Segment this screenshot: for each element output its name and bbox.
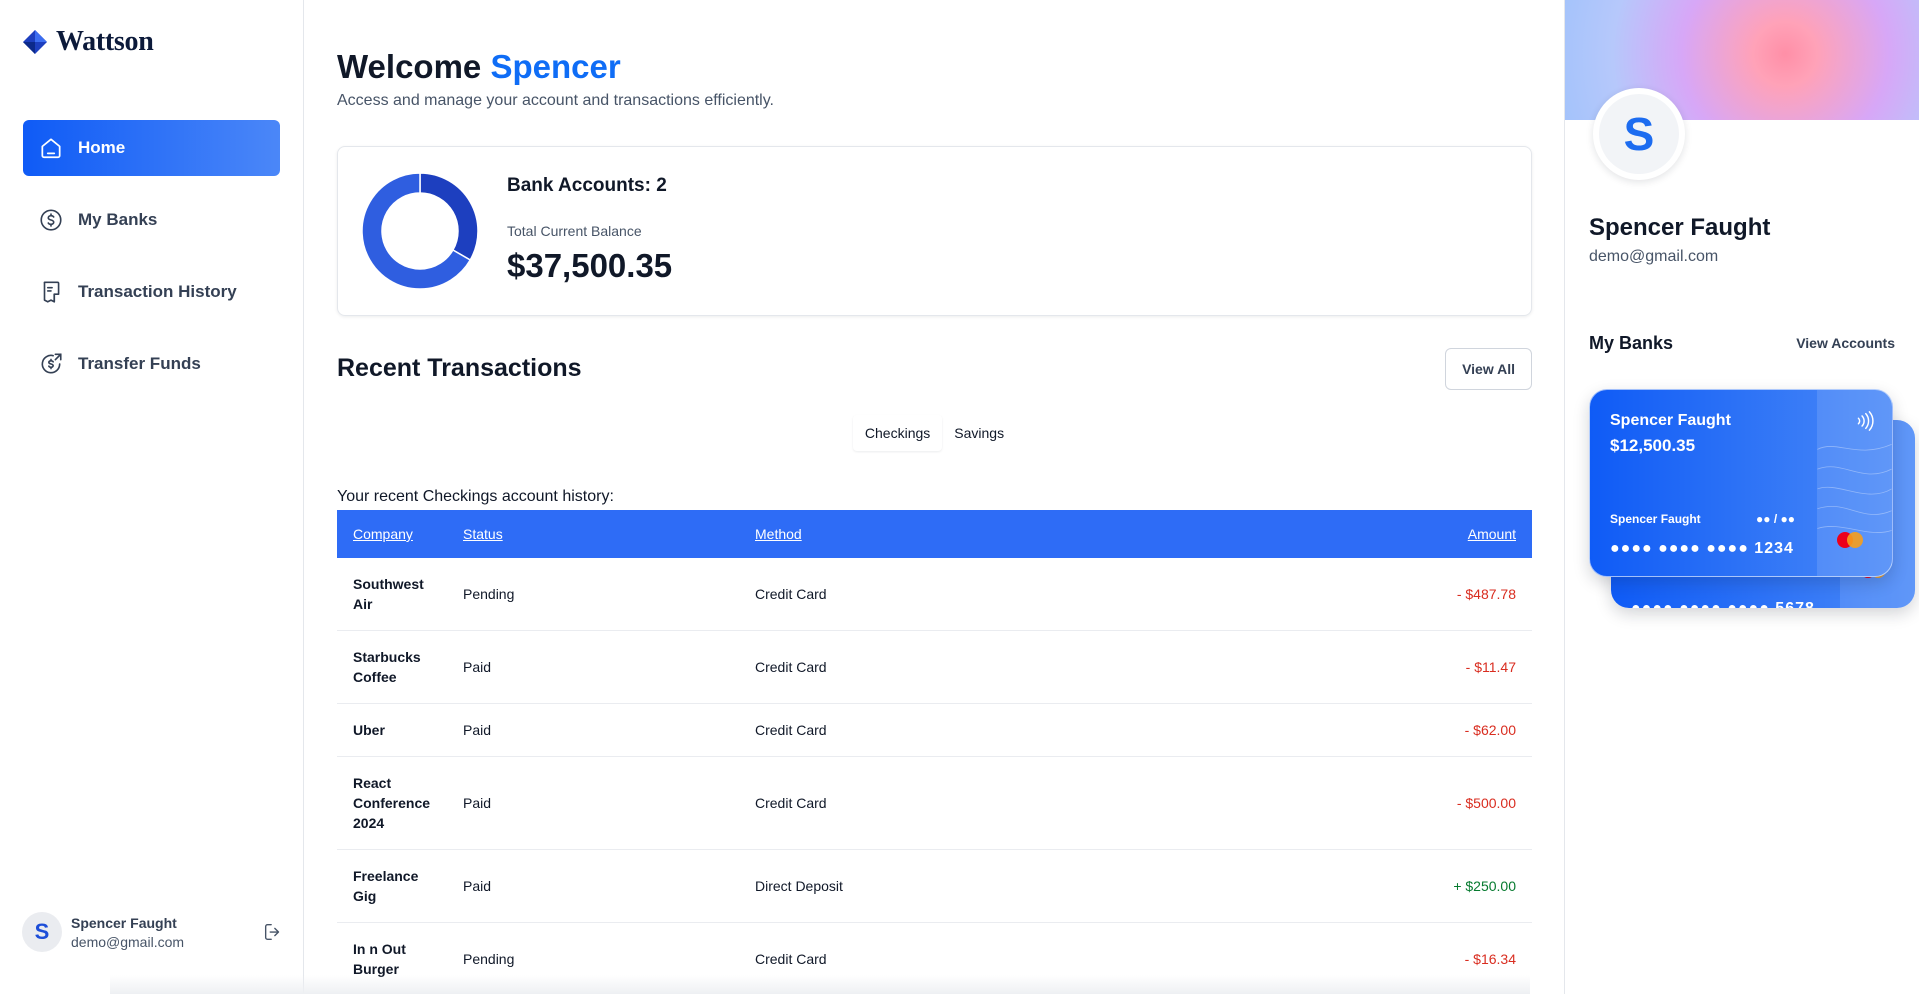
table-row[interactable]: React Conference 2024 Paid Credit Card -… — [337, 756, 1532, 850]
user-first-name: Spencer — [490, 48, 621, 85]
sidebar-user: S Spencer Faught demo@gmail.com — [22, 912, 284, 952]
sidebar-item-label: Transfer Funds — [78, 354, 201, 373]
sidebar-item-my-banks[interactable]: My Banks — [23, 192, 280, 248]
cell-company: Southwest Air — [337, 558, 447, 631]
cell-amount: - $11.47 — [1182, 630, 1532, 704]
card-name-small: Spencer Faught — [1610, 512, 1701, 526]
card-expiry: ●● / ●● — [1756, 512, 1795, 526]
sidebar-nav: Home My Banks Transaction History Transf… — [23, 120, 280, 408]
contactless-icon — [1857, 411, 1874, 431]
total-balance-amount: $37,500.35 — [507, 247, 673, 284]
cell-company: Starbucks Coffee — [337, 630, 447, 704]
account-tabs: Checkings Savings — [337, 415, 1532, 451]
cell-method: Credit Card — [739, 756, 1183, 850]
sidebar-item-home[interactable]: Home — [23, 120, 280, 176]
profile-avatar: S — [1593, 88, 1685, 180]
sidebar-item-transaction-history[interactable]: Transaction History — [23, 264, 280, 320]
sidebar: Wattson Home My Banks Transaction Histor… — [0, 0, 304, 994]
receipt-icon — [43, 281, 60, 303]
cell-status: Paid — [447, 630, 739, 704]
user-email: demo@gmail.com — [71, 933, 185, 950]
dollar-circle-icon — [40, 209, 62, 231]
profile-avatar-initial: S — [1599, 94, 1679, 174]
sidebar-item-label: Transaction History — [78, 282, 237, 301]
recent-transactions-title: Recent Transactions — [337, 354, 582, 382]
scroll-fade — [110, 975, 1530, 994]
table-row[interactable]: Uber Paid Credit Card - $62.00 — [337, 703, 1532, 757]
avatar: S — [22, 912, 62, 952]
card-balance: $12,500.35 — [1610, 436, 1696, 455]
total-balance-label: Total Current Balance — [507, 223, 642, 239]
money-send-icon — [41, 353, 62, 374]
doughnut-segment-0 — [419, 172, 479, 262]
page-subtitle: Access and manage your account and trans… — [337, 92, 774, 109]
user-info: Spencer Faught demo@gmail.com — [71, 915, 262, 950]
right-sidebar: S Spencer Faught demo@gmail.com My Banks… — [1564, 0, 1919, 994]
tab-checkings[interactable]: Checkings — [852, 415, 943, 451]
user-name: Spencer Faught — [71, 914, 177, 931]
table-header-row: Company Status Method Amount — [337, 510, 1532, 558]
home-icon — [41, 138, 61, 159]
cell-status: Paid — [447, 849, 739, 923]
cell-company: Uber — [337, 703, 447, 757]
total-balance-box: Bank Accounts: 2 Total Current Balance $… — [337, 146, 1532, 316]
logout-icon[interactable] — [262, 921, 284, 943]
cell-status: Paid — [447, 756, 739, 850]
mastercard-icon — [1837, 532, 1863, 548]
welcome-text: Welcome — [337, 48, 482, 85]
cell-amount: - $500.00 — [1182, 756, 1532, 850]
view-all-button[interactable]: View All — [1445, 348, 1532, 390]
wattson-logo-icon — [23, 30, 47, 54]
tab-savings[interactable]: Savings — [942, 415, 1016, 451]
my-banks-title: My Banks — [1589, 333, 1674, 353]
card-holder-name: Spencer Faught — [1610, 412, 1731, 429]
view-accounts-link[interactable]: View Accounts — [1796, 335, 1895, 351]
cell-company: Freelance Gig — [337, 849, 447, 923]
card-number: ●●●● ●●●● ●●●● 1234 — [1610, 540, 1794, 557]
table-row[interactable]: Southwest Air Pending Credit Card - $487… — [337, 558, 1532, 631]
table-row[interactable]: Freelance Gig Paid Direct Deposit + $250… — [337, 849, 1532, 923]
cell-amount: - $487.78 — [1182, 558, 1532, 631]
brand-logo[interactable]: Wattson — [22, 26, 154, 58]
bank-card-primary[interactable]: Spencer Faught $12,500.35 Spencer Faught… — [1589, 389, 1893, 577]
column-header-method[interactable]: Method — [739, 510, 1182, 558]
table-row[interactable]: Starbucks Coffee Paid Credit Card - $11.… — [337, 630, 1532, 704]
profile-name: Spencer Faught — [1589, 214, 1771, 241]
card-number: ●●●● ●●●● ●●●● 5678 — [1631, 600, 1815, 608]
sidebar-item-transfer-funds[interactable]: Transfer Funds — [23, 336, 280, 392]
cell-company: React Conference 2024 — [337, 756, 447, 850]
account-history-label: Your recent Checkings account history: — [337, 488, 614, 505]
sidebar-item-label: My Banks — [78, 210, 158, 229]
cell-method: Credit Card — [739, 630, 1183, 704]
cell-method: Direct Deposit — [739, 849, 1183, 923]
profile-email: demo@gmail.com — [1589, 248, 1719, 265]
column-header-status[interactable]: Status — [447, 510, 739, 558]
cell-amount: - $62.00 — [1182, 703, 1532, 757]
cell-status: Paid — [447, 703, 739, 757]
cell-method: Credit Card — [739, 703, 1183, 757]
cell-status: Pending — [447, 558, 739, 631]
transactions-table: Company Status Method Amount Southwest A… — [337, 510, 1532, 994]
sidebar-item-label: Home — [78, 138, 126, 157]
bank-accounts-count: Bank Accounts: 2 — [507, 175, 667, 196]
cell-amount: + $250.00 — [1182, 849, 1532, 923]
column-header-company[interactable]: Company — [337, 510, 447, 558]
balance-doughnut-chart — [361, 172, 479, 290]
brand-name: Wattson — [56, 26, 154, 57]
page-title: Welcome Spencer — [337, 48, 621, 86]
column-header-amount[interactable]: Amount — [1182, 510, 1532, 558]
cell-method: Credit Card — [739, 558, 1183, 631]
